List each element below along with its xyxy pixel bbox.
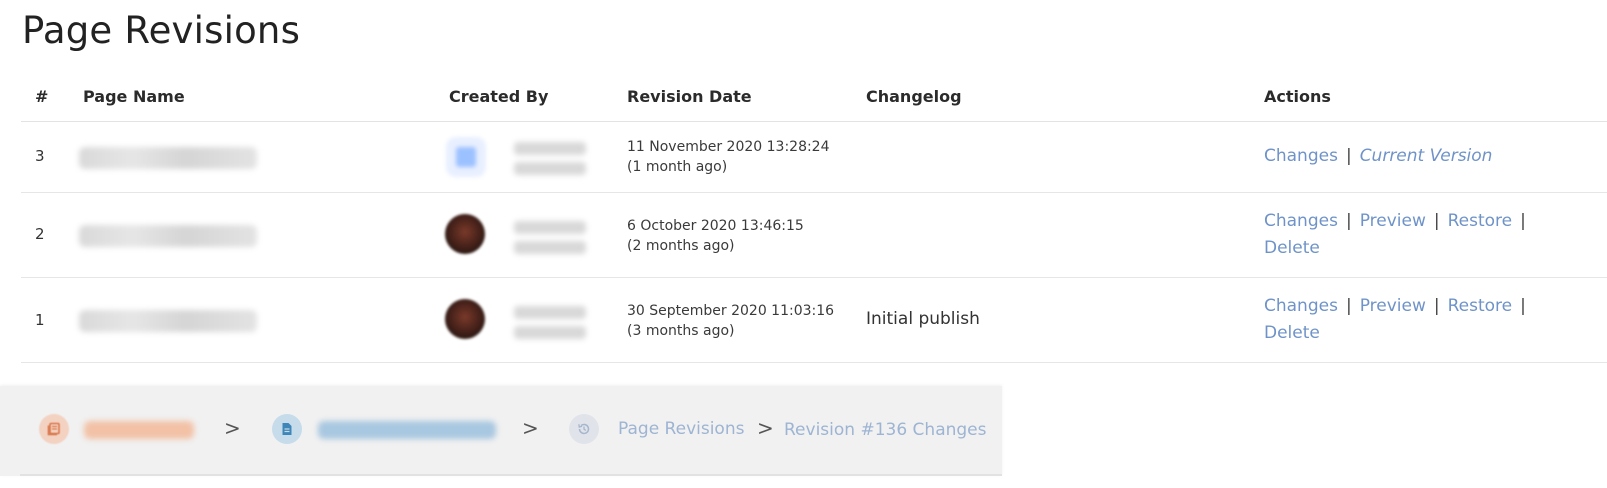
revision-relative-time: (2 months ago) [627,238,735,254]
revision-number: 2 [35,225,45,243]
restore-link[interactable]: Restore [1448,211,1513,231]
page-title: Page Revisions [22,9,301,52]
page-name-redacted[interactable] [318,421,496,439]
revision-relative-time: (3 months ago) [627,323,735,339]
table-row: 1 30 September 2020 11:03:16 (3 months a… [21,278,1607,363]
preview-link[interactable]: Preview [1360,296,1426,316]
restore-link[interactable]: Restore [1448,296,1513,316]
chevron-right-icon: > [757,416,774,440]
row-actions: Changes | Preview | Restore | Delete [1264,208,1534,262]
action-separator: | [1345,146,1352,166]
action-separator: | [1345,296,1352,316]
changes-link[interactable]: Changes [1264,296,1338,316]
user-avatar [446,137,486,177]
changes-link[interactable]: Changes [1264,146,1338,166]
delete-link[interactable]: Delete [1264,323,1320,343]
revision-date: 11 November 2020 13:28:24 (1 month ago) [627,137,830,177]
row-actions: Changes | Current Version [1264,143,1492,170]
revision-datetime: 6 October 2020 13:46:15 [627,218,804,234]
table-row: 3 11 November 2020 13:28:24 (1 month ago… [21,122,1607,193]
current-version-label: Current Version [1359,146,1493,166]
table-row: 2 6 October 2020 13:46:15 (2 months ago)… [21,193,1607,278]
page-icon[interactable] [272,414,302,444]
revisions-table: # Page Name Created By Revision Date Cha… [21,74,1607,363]
chevron-right-icon: > [224,416,241,440]
creator-name-redacted [514,306,586,346]
revision-date: 30 September 2020 11:03:16 (3 months ago… [627,301,834,341]
changelog-text: Initial publish [866,309,980,329]
action-separator: | [1433,211,1440,231]
breadcrumb-page-revisions[interactable]: Page Revisions [618,419,744,439]
divider [20,474,1002,476]
book-icon[interactable] [39,414,69,444]
book-name-redacted[interactable] [84,421,194,439]
header-created-by: Created By [449,87,549,106]
user-avatar [445,299,485,339]
action-separator: | [1433,296,1440,316]
chevron-right-icon: > [522,416,539,440]
table-header: # Page Name Created By Revision Date Cha… [21,74,1607,122]
delete-link[interactable]: Delete [1264,238,1320,258]
page-name-redacted [79,310,257,332]
changes-link[interactable]: Changes [1264,211,1338,231]
action-separator: | [1345,211,1352,231]
revision-datetime: 11 November 2020 13:28:24 [627,139,830,155]
revision-date: 6 October 2020 13:46:15 (2 months ago) [627,216,804,256]
action-separator: | [1520,211,1526,231]
creator-name-redacted [514,142,586,182]
revision-datetime: 30 September 2020 11:03:16 [627,303,835,319]
revision-number: 1 [35,311,45,329]
header-actions: Actions [1264,87,1331,106]
header-revision-date: Revision Date [627,87,752,106]
page-name-redacted [79,225,257,247]
breadcrumb-current-revision: Revision #136 Changes [784,420,987,440]
header-number: # [35,87,49,106]
header-changelog: Changelog [866,87,962,106]
revision-number: 3 [35,147,45,165]
revision-relative-time: (1 month ago) [627,159,728,175]
row-actions: Changes | Preview | Restore | Delete [1264,293,1534,347]
page-name-redacted [79,147,257,169]
action-separator: | [1520,296,1526,316]
user-avatar [445,214,485,254]
preview-link[interactable]: Preview [1360,211,1426,231]
creator-name-redacted [514,221,586,261]
breadcrumb: > > Page Revisions > Revision #136 Chang… [0,386,1002,476]
header-page-name: Page Name [83,87,185,106]
history-icon[interactable] [569,414,599,444]
